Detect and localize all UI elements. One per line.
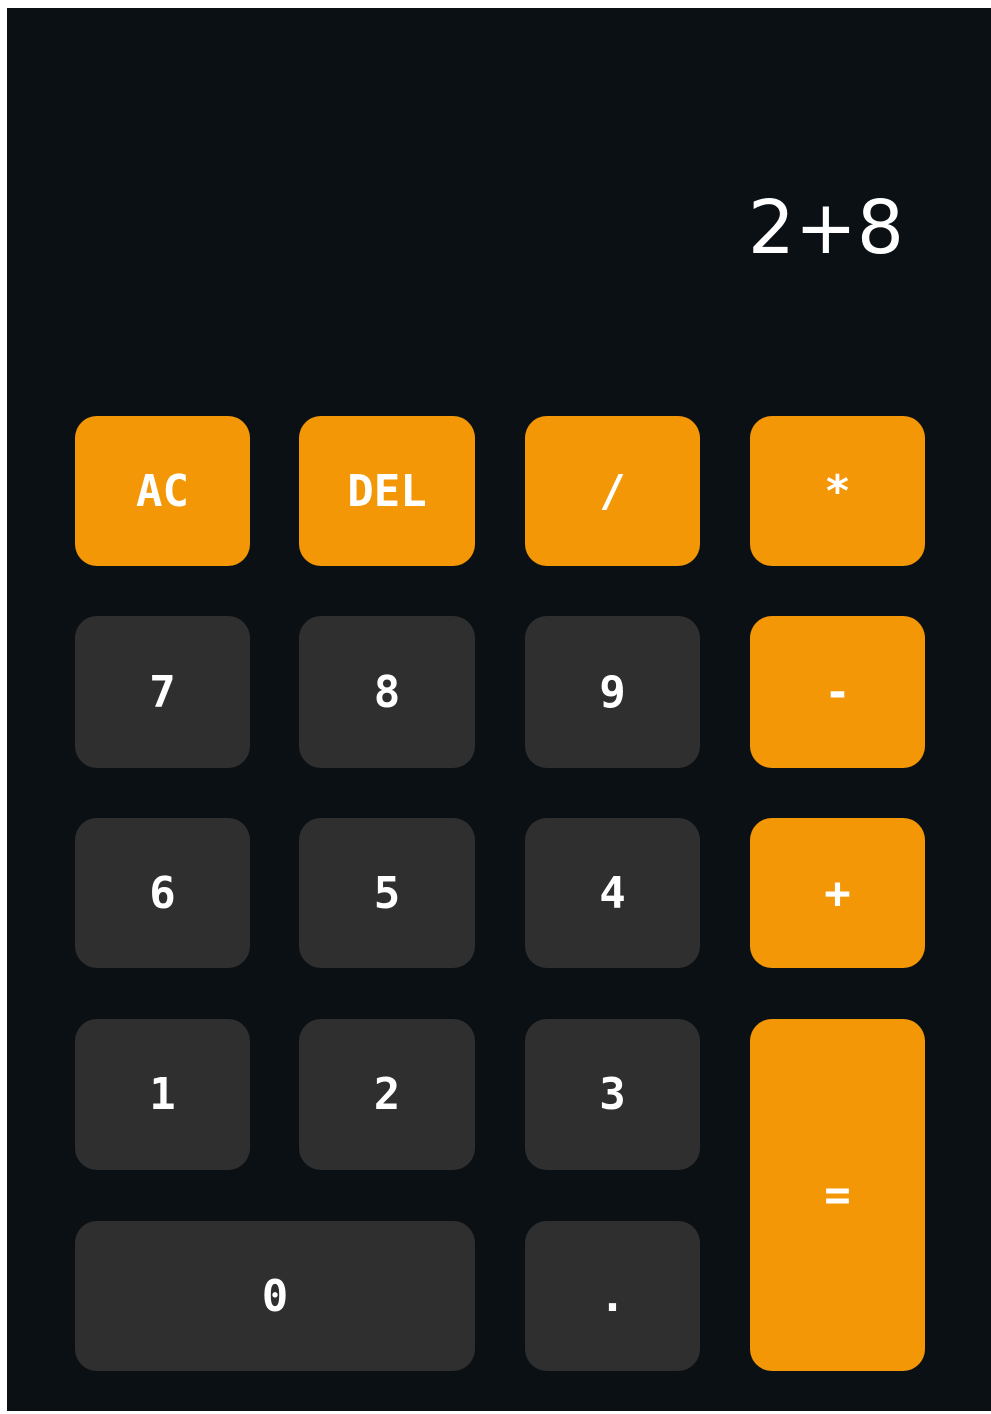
all-clear-button[interactable]: AC (75, 416, 250, 566)
digit-1-label: 1 (149, 1069, 176, 1120)
digit-5-button[interactable]: 5 (299, 818, 475, 968)
digit-8-button[interactable]: 8 (299, 616, 475, 768)
digit-4-button[interactable]: 4 (525, 818, 700, 968)
digit-7-button[interactable]: 7 (75, 616, 250, 768)
all-clear-label: AC (136, 465, 189, 517)
digit-5-label: 5 (373, 867, 401, 919)
digit-3-button[interactable]: 3 (525, 1019, 700, 1170)
digit-4-label: 4 (599, 867, 626, 919)
add-button[interactable]: + (750, 818, 925, 968)
delete-button[interactable]: DEL (299, 416, 475, 566)
add-label: + (824, 867, 851, 919)
decimal-point-button[interactable]: . (525, 1221, 700, 1371)
digit-3-label: 3 (599, 1069, 626, 1120)
divide-button[interactable]: / (525, 416, 700, 566)
subtract-button[interactable]: - (750, 616, 925, 768)
decimal-point-label: . (599, 1270, 626, 1322)
subtract-label: - (824, 666, 851, 718)
delete-label: DEL (347, 465, 427, 517)
multiply-button[interactable]: * (750, 416, 925, 566)
digit-6-label: 6 (149, 867, 176, 919)
digit-8-label: 8 (373, 666, 401, 718)
calculator-display: 2+8 (747, 185, 904, 271)
digit-0-button[interactable]: 0 (75, 1221, 475, 1371)
digit-9-button[interactable]: 9 (525, 616, 700, 768)
digit-7-label: 7 (149, 666, 176, 718)
calculator: 2+8 AC DEL / * 7 8 9 - 6 5 4 + 1 2 3 = 0… (7, 8, 991, 1411)
multiply-label: * (824, 465, 851, 517)
digit-0-label: 0 (261, 1270, 289, 1322)
digit-2-label: 2 (373, 1069, 401, 1120)
digit-9-label: 9 (599, 666, 626, 718)
digit-2-button[interactable]: 2 (299, 1019, 475, 1170)
divide-label: / (599, 465, 626, 517)
digit-6-button[interactable]: 6 (75, 818, 250, 968)
equals-label: = (824, 1169, 851, 1221)
digit-1-button[interactable]: 1 (75, 1019, 250, 1170)
equals-button[interactable]: = (750, 1019, 925, 1371)
